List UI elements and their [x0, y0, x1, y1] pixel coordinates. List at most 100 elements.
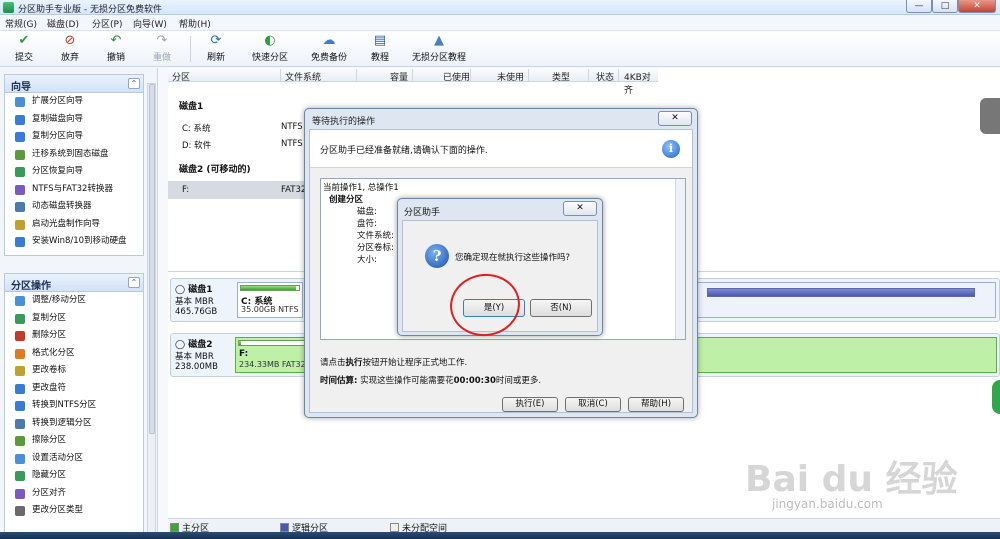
sidebar-item-icon: [15, 149, 25, 160]
tutorial-button[interactable]: ▤ 教程: [364, 33, 396, 65]
collapse-icon[interactable]: ⌃: [128, 277, 140, 288]
no-button[interactable]: 否(N): [530, 299, 592, 317]
undo-button[interactable]: ↶ 撤销: [100, 33, 132, 65]
discard-button[interactable]: ⊘ 放弃: [54, 33, 86, 65]
sidebar-item-label: 启动光盘制作向导: [32, 218, 101, 229]
menu-wizard[interactable]: 向导(W): [133, 17, 167, 30]
sidebar-item[interactable]: 擦除分区: [5, 432, 143, 450]
sidebar-item[interactable]: 更改分区类型: [5, 502, 143, 520]
list-scrollbar[interactable]: [675, 179, 685, 339]
maximize-button[interactable]: □: [932, 0, 958, 13]
disk2-map-label: ◯ 磁盘2 基本 MBR 238.00MB: [175, 337, 231, 372]
menu-help[interactable]: 帮助(H): [179, 17, 211, 30]
submit-button[interactable]: ✔ 提交: [8, 33, 40, 65]
menu-disk[interactable]: 磁盘(D): [47, 17, 79, 30]
watermark-url: jingyan.baidu.com: [772, 497, 883, 511]
menu-partition[interactable]: 分区(P): [92, 17, 122, 30]
sidebar-item[interactable]: 复制磁盘向导: [5, 111, 143, 129]
minimize-button[interactable]: —: [906, 0, 932, 13]
operation-field: 分区卷标:: [357, 243, 394, 253]
sidebar-item-icon: [15, 383, 25, 394]
dialog-close-button[interactable]: ✕: [563, 201, 597, 216]
sidebar-item-label: 设置活动分区: [32, 452, 84, 463]
confirm-message: 您确定现在就执行这些操作吗?: [455, 253, 571, 263]
table-row[interactable]: C: 系统 NTFS: [168, 118, 308, 136]
free-backup-button[interactable]: ☁ 免费备份: [306, 33, 352, 65]
dialog-header: 分区助手已经准备就绪,请确认下面的操作. i: [310, 130, 692, 168]
discard-icon: ⊘: [64, 33, 76, 48]
sidebar-item[interactable]: 分区恢复向导: [5, 163, 143, 181]
sidebar-item[interactable]: 更改卷标: [5, 362, 143, 380]
sidebar-item[interactable]: 隐藏分区: [5, 467, 143, 485]
menu-general[interactable]: 常规(G): [5, 17, 37, 30]
help-button[interactable]: 帮助(H): [628, 397, 684, 412]
sidebar-item-label: 复制磁盘向导: [32, 113, 84, 124]
refresh-button[interactable]: ⟳ 刷新: [200, 33, 232, 65]
sidebar-item[interactable]: 迁移系统到固态磁盘: [5, 146, 143, 164]
sidebar-item[interactable]: 分区对齐: [5, 485, 143, 503]
disk-icon: ◯: [175, 340, 189, 350]
wizard-list: 扩展分区向导复制磁盘向导 复制分区向导迁移系统到固态磁盘 分区恢复向导 NTFS与FA…: [5, 93, 143, 251]
sidebar-item[interactable]: 动态磁盘转换器: [5, 198, 143, 216]
sidebar-item[interactable]: 格式化分区: [5, 345, 143, 363]
sidebar-item-icon: [15, 184, 25, 195]
sidebar-item[interactable]: 扩展分区向导: [5, 93, 143, 111]
table-row[interactable]: F: FAT32: [168, 181, 308, 199]
side-tab[interactable]: [980, 98, 1000, 134]
collapse-icon[interactable]: ⌃: [128, 78, 140, 89]
sidebar-item[interactable]: 设置活动分区: [5, 450, 143, 468]
sidebar-item-label: 擦除分区: [32, 435, 67, 445]
execute-button[interactable]: 执行(E): [502, 397, 558, 412]
sidebar-item-label: NTFS与FAT32转换器: [32, 183, 113, 194]
sidebar-item[interactable]: 调整/移动分区: [5, 292, 143, 310]
sidebar-item-icon: [15, 132, 25, 142]
sidebar-item-label: 复制分区向导: [32, 131, 84, 141]
sidebar-item[interactable]: 安装Win8/10到移动硬盘: [5, 233, 143, 251]
sidebar-item-label: 调整/移动分区: [32, 295, 86, 305]
sidebar-item-label: 更改分区类型: [32, 505, 84, 515]
col-partition[interactable]: 分区: [172, 70, 190, 83]
sidebar-item[interactable]: 转换到NTFS分区: [5, 397, 143, 415]
close-button[interactable]: ✕: [958, 0, 996, 13]
sidebar-item-icon: [15, 296, 25, 306]
disk2-row[interactable]: 磁盘2 (可移动的): [168, 158, 308, 176]
col-unused[interactable]: 未使用: [497, 70, 524, 83]
usage-bar: [240, 285, 300, 291]
sidebar-item[interactable]: 更改盘符: [5, 380, 143, 398]
sidebar-item[interactable]: 转换到逻辑分区: [5, 415, 143, 433]
col-capacity[interactable]: 容量: [390, 70, 408, 83]
sidebar-item[interactable]: NTFS与FAT32转换器: [5, 181, 143, 199]
scrollbar-thumb[interactable]: [149, 84, 155, 434]
col-4k-align[interactable]: 4KB对齐: [624, 70, 658, 96]
sidebar-item-icon: [15, 453, 25, 464]
partition-block-c[interactable]: C: 系统 35.00GB NTFS: [237, 282, 303, 318]
quick-partition-button[interactable]: ◐ 快速分区: [248, 33, 292, 65]
sidebar-item[interactable]: 复制分区: [5, 310, 143, 328]
sidebar-item-icon: [15, 167, 25, 177]
table-row[interactable]: D: 软件 NTFS: [168, 135, 308, 153]
col-status[interactable]: 状态: [596, 70, 614, 83]
sidebar-item[interactable]: 启动光盘制作向导: [5, 216, 143, 234]
redo-button[interactable]: ↷ 重做: [146, 33, 178, 65]
sidebar-item-icon: [15, 348, 25, 359]
cancel-button[interactable]: 取消(C): [565, 397, 621, 412]
side-tab[interactable]: [992, 380, 1000, 414]
window-title: 分区助手专业版 - 无损分区免费软件: [18, 5, 162, 15]
sidebar-item[interactable]: 删除分区: [5, 327, 143, 345]
sidebar-item-icon: [15, 331, 25, 341]
lossless-tutorial-button[interactable]: ▲ 无损分区教程: [408, 33, 470, 65]
undo-icon: ↶: [110, 33, 122, 48]
question-icon: ?: [425, 244, 449, 268]
disk1-row[interactable]: 磁盘1: [168, 95, 308, 113]
col-used[interactable]: 已使用: [443, 70, 470, 83]
col-filesystem[interactable]: 文件系统: [285, 70, 321, 83]
title-bar: 分区助手专业版 - 无损分区免费软件 — □ ✕: [0, 0, 1000, 15]
sidebar-item[interactable]: 复制分区向导: [5, 128, 143, 146]
dialog-close-button[interactable]: ✕: [658, 111, 692, 126]
toolbar: ✔ 提交 ⊘ 放弃 ↶ 撤销 ↷ 重做 ⟳ 刷新 ◐ 快速分区 ☁ 免费备份 ▤ 教程 ▲ 无损分…: [0, 31, 1000, 67]
wizard-panel-header: 向导 ⌃: [5, 75, 143, 93]
col-type[interactable]: 类型: [552, 70, 570, 83]
dialog-title: 等待执行的操作: [312, 117, 376, 127]
quick-partition-icon: ◐: [264, 33, 276, 48]
sidebar-scrollbar[interactable]: [147, 83, 156, 533]
